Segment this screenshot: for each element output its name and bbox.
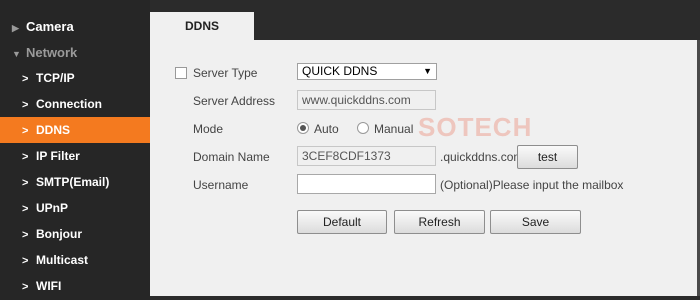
chevron-right-icon: >: [22, 177, 29, 189]
server-type-label: Server Type: [193, 66, 258, 80]
collapse-triangle-icon: ▼: [12, 49, 21, 59]
sidebar: ▶ Camera ▼ Network > TCP/IP > Connection > DD…: [0, 0, 150, 300]
chevron-right-icon: >: [22, 281, 29, 293]
sidebar-item-tcpip[interactable]: > TCP/IP: [0, 65, 150, 91]
sidebar-item-ip-filter[interactable]: > IP Filter: [0, 143, 150, 169]
save-button[interactable]: Save: [490, 210, 581, 234]
sidebar-item-network[interactable]: ▼ Network: [0, 40, 150, 66]
sidebar-item-connection[interactable]: > Connection: [0, 91, 150, 117]
mode-manual-label: Manual: [374, 122, 414, 136]
chevron-right-icon: >: [22, 73, 29, 85]
mode-auto-label: Auto: [314, 122, 339, 136]
server-type-checkbox[interactable]: [175, 67, 187, 79]
sidebar-item-smtp[interactable]: > SMTP(Email): [0, 169, 150, 195]
username-label: Username: [193, 178, 249, 192]
chevron-right-icon: >: [22, 229, 29, 241]
mode-manual-radio[interactable]: [357, 122, 369, 134]
sidebar-item-wifi[interactable]: > WIFI: [0, 273, 150, 299]
tab-bar: DDNS: [150, 0, 700, 40]
default-button[interactable]: Default: [297, 210, 387, 234]
sidebar-item-bonjour[interactable]: > Bonjour: [0, 221, 150, 247]
server-address-label: Server Address: [193, 94, 276, 108]
dropdown-arrow-icon: ▼: [423, 66, 432, 76]
domain-suffix: .quickddns.com: [440, 150, 524, 164]
chevron-right-icon: >: [22, 151, 29, 163]
mode-label: Mode: [193, 122, 224, 136]
refresh-button[interactable]: Refresh: [394, 210, 485, 234]
chevron-right-icon: >: [22, 203, 29, 215]
domain-name-label: Domain Name: [193, 150, 270, 164]
chevron-right-icon: >: [22, 255, 29, 267]
chevron-right-icon: >: [22, 125, 29, 137]
username-hint: (Optional)Please input the mailbox: [440, 178, 624, 192]
domain-name-field: 3CEF8CDF1373: [297, 146, 436, 166]
expand-triangle-icon: ▶: [12, 23, 19, 33]
sidebar-item-upnp[interactable]: > UPnP: [0, 195, 150, 221]
sidebar-item-camera[interactable]: ▶ Camera: [0, 14, 150, 40]
server-address-field: www.quickddns.com: [297, 90, 436, 110]
sidebar-item-ddns[interactable]: > DDNS: [0, 117, 150, 143]
watermark-logo: SOTECH: [418, 112, 533, 142]
mode-auto-radio[interactable]: [297, 122, 309, 134]
server-type-select[interactable]: QUICK DDNS ▼: [297, 63, 437, 80]
bottom-border: [150, 296, 700, 300]
tab-ddns[interactable]: DDNS: [150, 12, 254, 40]
username-input[interactable]: [297, 174, 436, 194]
ddns-settings-panel: Server Type QUICK DDNS ▼ Server Address …: [150, 40, 697, 296]
sidebar-item-multicast[interactable]: > Multicast: [0, 247, 150, 273]
test-button[interactable]: test: [517, 145, 578, 169]
chevron-right-icon: >: [22, 99, 29, 111]
